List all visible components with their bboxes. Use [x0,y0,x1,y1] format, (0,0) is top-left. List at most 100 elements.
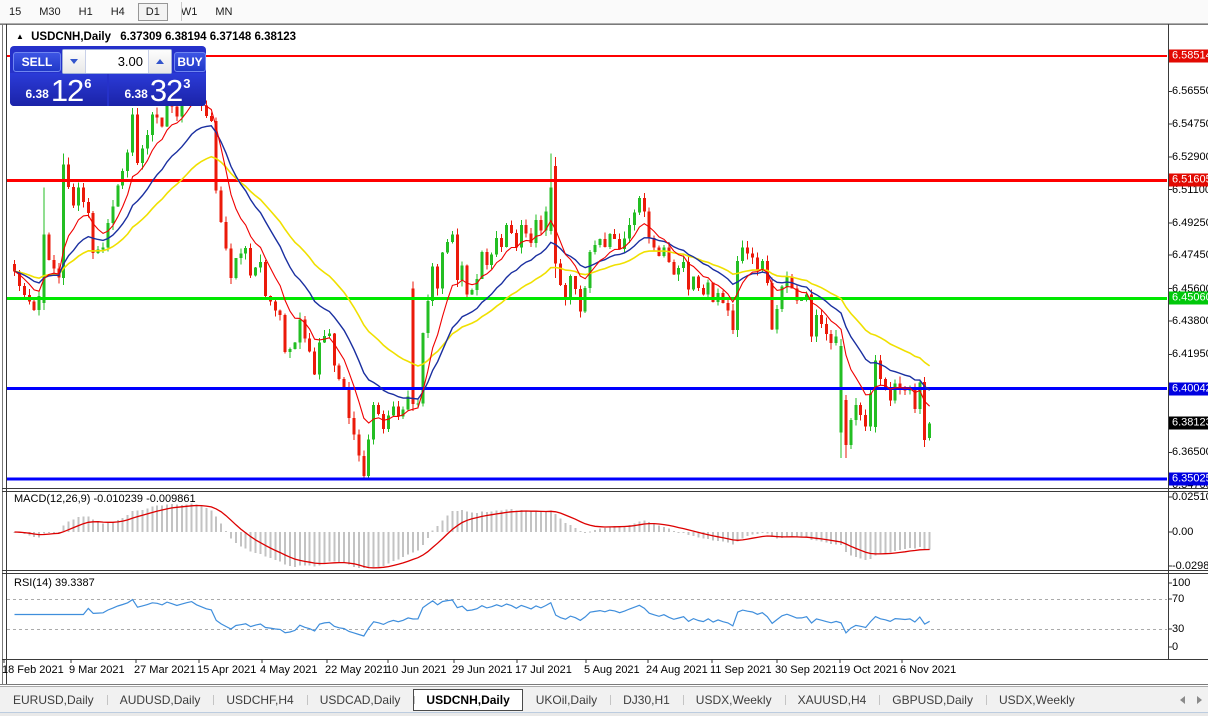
timeframe-toolbar: 15 M30 H1 H4 D1 W1 MN [0,0,1208,24]
trade-panel-top-row: SELL 3.00 BUY [10,46,206,72]
buy-price-sup: 3 [183,76,190,91]
tab-eurusd-daily[interactable]: EURUSD,Daily [0,689,107,711]
price-tick-label: 6.36500 [1172,446,1208,458]
price-badge: 6.58514 [1169,50,1208,63]
chart-window-top-border [0,24,1208,25]
chevron-up-icon [156,59,164,64]
date-tick-label: 18 Feb 2021 [2,664,64,676]
date-tick-label: 29 Jun 2021 [452,664,513,676]
tab-usdcad-daily[interactable]: USDCAD,Daily [307,689,414,711]
date-tick-label: 19 Oct 2021 [838,664,898,676]
tab-scroll-right-icon[interactable] [1197,696,1202,704]
timeframe-h1[interactable]: H1 [74,4,98,20]
rsi-separator-bottom [2,573,1208,574]
buy-price-box[interactable]: 6.38 32 3 [109,73,206,106]
tab-gbpusd-daily[interactable]: GBPUSD,Daily [879,689,986,711]
price-badge: 6.40042 [1169,382,1208,395]
price-tick-label: 6.54750 [1172,118,1208,130]
panel-bottom-border [2,659,1208,660]
indicator-axis-label: 0 [1172,641,1178,653]
sell-price-sup: 6 [84,76,91,91]
chart-window-bottom-border [0,684,1208,685]
indicator-axis-label: -0.02988 [1172,560,1208,572]
date-tick-label: 17 Jul 2021 [515,664,572,676]
date-tick-label: 15 Apr 2021 [197,664,256,676]
date-tick-label: 30 Sep 2021 [775,664,837,676]
date-tick-label: 22 May 2021 [325,664,389,676]
date-tick-label: 27 Mar 2021 [134,664,196,676]
buy-price-big: 32 [150,78,182,104]
tab-dj30-h1[interactable]: DJ30,H1 [610,689,683,711]
trading-platform-window: 15 M30 H1 H4 D1 W1 MN ▲ USDCNH,Daily 6.37309 6… [0,0,1208,716]
chart-window-left-border-outer [2,24,3,684]
volume-decrease-button[interactable] [63,50,86,73]
tab-usdchf-h4[interactable]: USDCHF,H4 [213,689,306,711]
sell-price-big: 12 [51,78,83,104]
buy-price-prefix: 6.38 [124,87,147,101]
sell-button[interactable]: SELL [13,52,61,72]
timeframe-15[interactable]: 15 [4,4,26,20]
tab-usdx-weekly[interactable]: USDX,Weekly [683,689,785,711]
macd-separator-bottom [2,491,1208,492]
one-click-trade-panel: SELL 3.00 BUY 6.38 12 6 6.38 32 3 [10,46,206,106]
chart-collapse-icon[interactable]: ▲ [16,32,24,41]
volume-spinner: 3.00 [62,49,172,74]
volume-input[interactable]: 3.00 [86,50,148,73]
price-tick-label: 6.52900 [1172,151,1208,163]
date-tick-label: 24 Aug 2021 [646,664,708,676]
date-tick-label: 6 Nov 2021 [900,664,956,676]
tab-usdx-weekly[interactable]: USDX,Weekly [986,689,1088,711]
indicator-axis-label: 100 [1172,577,1190,589]
volume-increase-button[interactable] [148,50,171,73]
macd-label: MACD(12,26,9) -0.010239 -0.009861 [14,493,196,505]
timeframe-mn[interactable]: MN [210,4,237,20]
tab-audusd-daily[interactable]: AUDUSD,Daily [107,689,214,711]
status-strip [0,712,1208,716]
toolbar-separator [181,2,182,21]
chevron-down-icon [70,59,78,64]
tab-scroll-left-icon[interactable] [1180,696,1185,704]
timeframe-w1[interactable]: W1 [176,4,203,20]
sell-price-prefix: 6.38 [25,87,48,101]
ma-fast-line [15,103,930,423]
sell-price-box[interactable]: 6.38 12 6 [10,73,107,106]
price-badge: 6.51605 [1169,174,1208,187]
chart-window-left-border-inner [6,24,7,684]
price-badge: 6.38123 [1169,417,1208,430]
price-tick-label: 6.43800 [1172,315,1208,327]
tab-xauusd-h4[interactable]: XAUUSD,H4 [785,689,880,711]
axis-tick-marks [4,91,1172,663]
rsi-line [15,600,930,636]
date-tick-label: 5 Aug 2021 [584,664,640,676]
timeframe-m30[interactable]: M30 [34,4,65,20]
timeframe-d1[interactable]: D1 [138,3,168,21]
buy-button[interactable]: BUY [174,52,206,72]
price-tick-label: 6.49250 [1172,217,1208,229]
price-tick-label: 6.41950 [1172,348,1208,360]
indicator-axis-label: 0.00 [1172,526,1193,538]
price-badge: 6.45060 [1169,292,1208,305]
tab-ukoil-daily[interactable]: UKOil,Daily [523,689,610,711]
date-tick-label: 10 Jun 2021 [386,664,447,676]
tab-scroll-arrows [1180,687,1202,713]
ma-mid-line [15,126,930,399]
trade-panel-price-row: 6.38 12 6 6.38 32 3 [10,73,206,106]
rsi-separator-top [2,570,1208,571]
date-tick-label: 11 Sep 2021 [710,664,772,676]
indicator-axis-label: 70 [1172,593,1184,605]
chart-title: ▲ USDCNH,Daily 6.37309 6.38194 6.37148 6… [16,31,296,43]
chart-ohlc: 6.37309 6.38194 6.37148 6.38123 [120,31,296,43]
price-badge: 6.35025 [1169,473,1208,486]
indicator-axis-label: 30 [1172,623,1184,635]
price-axis-line [1168,24,1169,660]
chart-symbol: USDCNH,Daily [31,31,111,43]
date-tick-label: 4 May 2021 [260,664,317,676]
horizontal-level-lines [7,56,1167,479]
macd-signal-line [15,506,930,568]
timeframe-h4[interactable]: H4 [106,4,130,20]
chart-tab-bar: EURUSD,DailyAUDUSD,DailyUSDCHF,H4USDCAD,… [0,686,1208,713]
tab-usdcnh-daily[interactable]: USDCNH,Daily [413,689,522,711]
date-tick-label: 9 Mar 2021 [69,664,125,676]
macd-separator-top [2,488,1208,489]
price-tick-label: 6.56550 [1172,85,1208,97]
